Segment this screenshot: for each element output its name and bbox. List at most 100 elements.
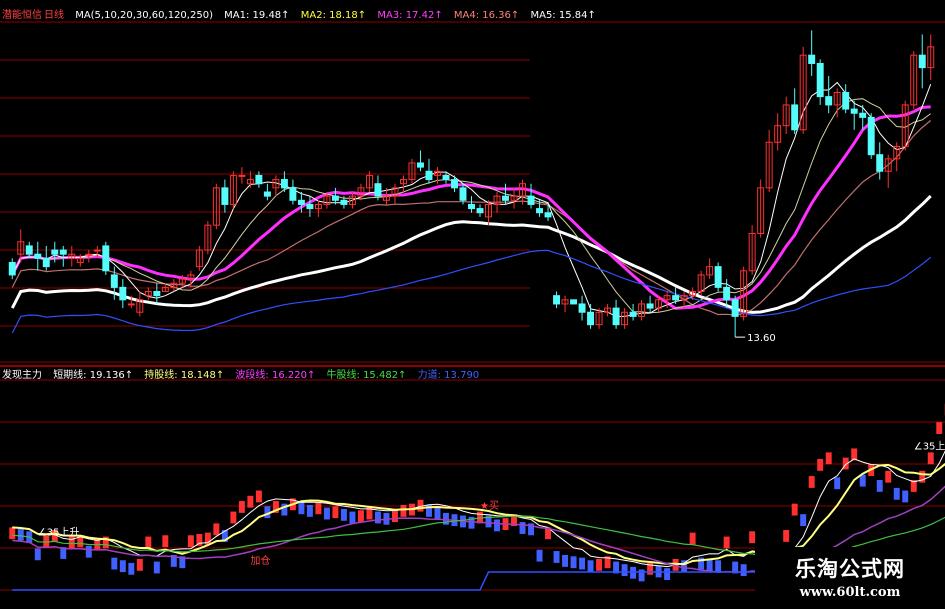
signal-annotation: ∠35上升 xyxy=(38,526,80,538)
indicator-bar xyxy=(570,556,577,569)
candle-body xyxy=(374,183,382,197)
candle-body xyxy=(672,295,680,301)
candle-body xyxy=(263,191,271,197)
main-header: 潜能恒信 日线 MA(5,10,20,30,60,120,250) MA1: 19… xyxy=(2,8,604,24)
short-line xyxy=(12,450,945,568)
bull-line-value: 牛股线: 15.482↑ xyxy=(326,370,407,381)
indicator-bar xyxy=(723,536,730,549)
indicator-bar xyxy=(630,566,637,579)
ma5-value: MA5: 15.84↑ xyxy=(530,10,596,21)
hold-line xyxy=(12,462,945,566)
candle-body xyxy=(825,96,833,106)
candle-body xyxy=(646,303,654,309)
indicator-bar xyxy=(349,511,356,524)
watermark: 乐淘公式网 www.60lt.com xyxy=(755,547,945,609)
candle-body xyxy=(850,108,858,114)
indicator-bar xyxy=(255,490,262,503)
chart-svg: 13.60∠35上升加仓★买∠35上升加仓★买∠35上升★买 xyxy=(0,21,945,591)
candle-body xyxy=(34,253,42,259)
candle-body xyxy=(536,208,544,214)
indicator-bar xyxy=(706,558,713,571)
indicator-bar xyxy=(145,536,152,549)
candle-body xyxy=(280,179,288,189)
indicator-bar xyxy=(357,510,364,523)
indicator-bar xyxy=(825,452,832,465)
candle-body xyxy=(119,286,127,301)
candle-body xyxy=(8,261,16,276)
indicator-bar xyxy=(596,558,603,571)
indicator-bar xyxy=(893,487,900,500)
indicator-bar xyxy=(927,452,934,465)
indicator-bar xyxy=(885,470,892,483)
ma3-value: MA3: 17.42↑ xyxy=(377,10,443,21)
candle-body xyxy=(289,187,297,201)
candle-body xyxy=(93,249,101,252)
indicator-bar xyxy=(494,519,500,532)
indicator-bar xyxy=(85,545,92,558)
candle-body xyxy=(544,212,552,218)
candle-body xyxy=(808,54,816,64)
indicator-bar xyxy=(213,523,220,536)
candle-body xyxy=(629,311,637,317)
candle-body xyxy=(416,162,424,168)
candle-body xyxy=(153,291,161,297)
ma1-value: MA1: 19.48↑ xyxy=(224,10,290,21)
candle-body xyxy=(331,195,339,201)
short-line-value: 短期线: 19.136↑ xyxy=(53,370,134,381)
indicator-bar xyxy=(17,528,24,541)
indicator-bar xyxy=(808,476,815,488)
ma4-value: MA4: 16.36↑ xyxy=(453,10,520,21)
indicator-bar xyxy=(332,506,339,519)
indicator-bar xyxy=(128,562,135,575)
indicator-bar xyxy=(553,551,560,563)
stock-chart-root: 13.60∠35上升加仓★买∠35上升加仓★买∠35上升★买 潜能恒信日线 MA… xyxy=(0,0,945,609)
indicator-bar xyxy=(536,549,543,562)
indicator-bar xyxy=(936,422,943,434)
indicator-name[interactable]: 发现主力 xyxy=(2,370,42,381)
indicator-bar xyxy=(876,480,883,492)
indicator-bar xyxy=(136,558,143,571)
indicator-bar xyxy=(230,511,237,524)
indicator-bar xyxy=(247,495,254,508)
indicator-bar xyxy=(664,568,671,580)
indicator-bar xyxy=(340,508,347,521)
indicator-bar xyxy=(749,531,756,544)
candle-body xyxy=(527,195,535,205)
indicator-bar xyxy=(119,560,126,573)
signal-annotation: ∠35上升 xyxy=(914,441,945,453)
candle-body xyxy=(459,187,467,201)
candle-body xyxy=(867,116,875,156)
indicator-bar xyxy=(434,507,441,520)
indicator-bar xyxy=(519,522,526,534)
period-label[interactable]: 日线 xyxy=(44,10,64,21)
indicator-bar xyxy=(817,458,824,471)
indicator-bar xyxy=(9,527,16,540)
indicator-bar xyxy=(740,564,747,577)
candle-body xyxy=(918,54,926,69)
indicator-bar xyxy=(187,535,194,548)
signal-annotation: ★买 xyxy=(480,500,499,512)
price-label: 13.60 xyxy=(747,333,776,344)
stock-name[interactable]: 潜能恒信 xyxy=(2,10,42,21)
candle-body xyxy=(578,303,586,313)
candle-body xyxy=(85,253,93,256)
indicator-bar xyxy=(791,503,798,516)
ma-salmon-line xyxy=(11,120,932,316)
candle-body xyxy=(468,203,475,210)
indicator-bar xyxy=(621,564,628,577)
indicator-bar xyxy=(587,560,594,573)
candle-body xyxy=(731,299,739,317)
candle-body xyxy=(425,170,433,181)
indicator-bar xyxy=(715,560,722,573)
candle-body xyxy=(816,62,824,98)
indicator-bar xyxy=(34,548,41,561)
candle-body xyxy=(876,154,884,172)
ma-params: MA(5,10,20,30,60,120,250) xyxy=(75,10,213,21)
indicator-bar xyxy=(298,502,305,515)
watermark-title: 乐淘公式网 xyxy=(795,557,905,581)
candle-body xyxy=(791,104,799,131)
candle-body xyxy=(714,266,722,288)
force-value: 力道: 13.790 xyxy=(417,370,480,381)
wave-line-value: 波段线: 16.220↑ xyxy=(235,370,316,381)
indicator-bar xyxy=(400,505,407,517)
